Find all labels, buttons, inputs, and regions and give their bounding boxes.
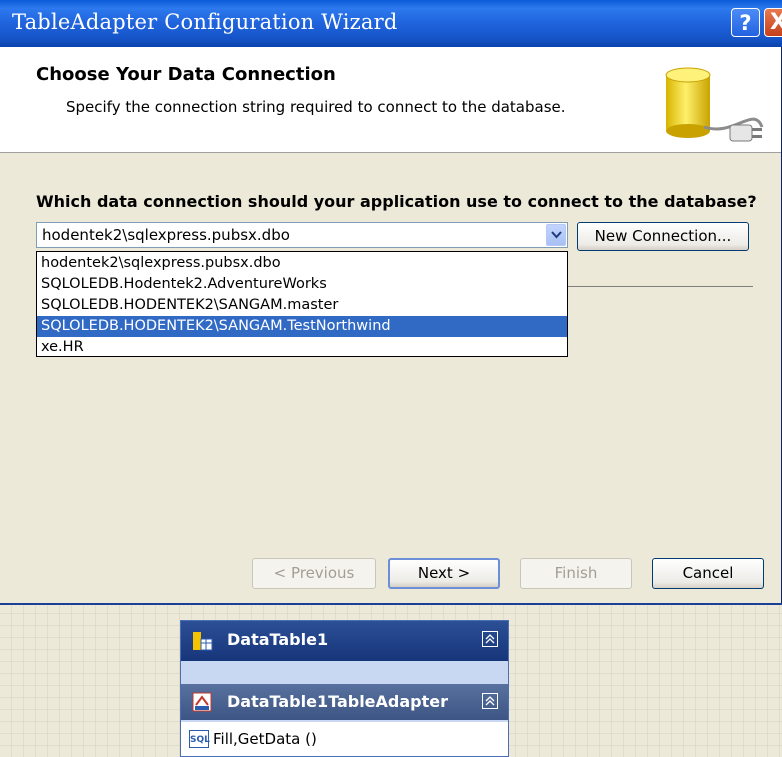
list-item[interactable]: SQLOLEDB.HODENTEK2\SANGAM.master [37, 295, 567, 316]
list-item[interactable]: xe.HR [37, 337, 567, 358]
tableadapter-name: DataTable1TableAdapter [227, 692, 449, 711]
collapse-icon[interactable] [482, 631, 498, 647]
list-item[interactable]: hodentek2\sqlexpress.pubsx.dbo [37, 253, 567, 274]
connection-combobox[interactable]: hodentek2\sqlexpress.pubsx.dbo [36, 222, 568, 248]
cancel-button[interactable]: Cancel [652, 558, 764, 589]
next-button[interactable]: Next > [388, 558, 500, 589]
chevron-down-icon [551, 231, 562, 239]
wizard-window: TableAdapter Configuration Wizard ? X Ch… [0, 0, 782, 603]
table-icon [193, 632, 213, 651]
datatable-shape[interactable]: DataTable1 DataTable1TableAdapter SQL Fi… [180, 620, 509, 757]
new-connection-button[interactable]: New Connection... [577, 222, 749, 251]
combo-dropdown-button[interactable] [546, 224, 566, 246]
window-title: TableAdapter Configuration Wizard [12, 10, 398, 34]
database-plug-icon [665, 67, 764, 142]
help-button[interactable]: ? [731, 8, 760, 37]
page-subtitle: Specify the connection string required t… [66, 98, 566, 116]
previous-button[interactable]: < Previous [252, 558, 376, 589]
collapse-icon[interactable] [482, 693, 498, 709]
datatable-name: DataTable1 [227, 630, 329, 649]
connection-dropdown-list[interactable]: hodentek2\sqlexpress.pubsx.dbo SQLOLEDB.… [36, 251, 568, 357]
wizard-header: Choose Your Data Connection Specify the … [0, 47, 781, 153]
dataset-designer-surface[interactable]: DataTable1 DataTable1TableAdapter SQL Fi… [0, 603, 782, 757]
finish-button[interactable]: Finish [520, 558, 632, 589]
title-bar[interactable]: TableAdapter Configuration Wizard ? X [0, 0, 782, 47]
connection-question: Which data connection should your applic… [36, 192, 757, 211]
page-title: Choose Your Data Connection [36, 64, 336, 85]
divider [568, 286, 753, 287]
list-item-selected[interactable]: SQLOLEDB.HODENTEK2\SANGAM.TestNorthwind [37, 316, 567, 337]
datatable-header[interactable]: DataTable1 [181, 621, 508, 661]
list-item[interactable]: SQLOLEDB.Hodentek2.AdventureWorks [37, 274, 567, 295]
close-button[interactable]: X [764, 8, 782, 37]
combo-selected-value: hodentek2\sqlexpress.pubsx.dbo [42, 226, 290, 244]
sql-query-icon: SQL [189, 730, 210, 748]
tableadapter-header[interactable]: DataTable1TableAdapter [181, 684, 508, 720]
query-row[interactable]: SQL Fill,GetData () [181, 722, 508, 756]
query-method-label: Fill,GetData () [213, 730, 317, 748]
tableadapter-icon [192, 692, 212, 712]
